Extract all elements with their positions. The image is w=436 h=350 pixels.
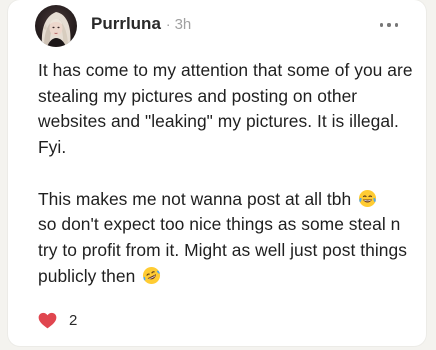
more-horizontal-icon	[380, 23, 384, 27]
avatar[interactable]	[35, 5, 77, 47]
more-options-button[interactable]	[380, 22, 398, 28]
post-text-segment: so don't expect too nice things as some …	[38, 214, 407, 286]
tears-of-joy-emoji-icon	[359, 189, 377, 207]
avatar-image	[35, 5, 77, 47]
like-count: 2	[69, 312, 78, 329]
heart-icon[interactable]	[38, 312, 57, 329]
post-paragraph: It has come to my attention that some of…	[38, 60, 413, 158]
separator-dot: ·	[165, 16, 171, 32]
post-header: Purrluna · 3h	[91, 14, 191, 34]
reactions-bar: 2	[38, 312, 77, 329]
post-text-segment: This makes me not wanna post at all tbh	[38, 188, 352, 209]
post-body: It has come to my attention that some of…	[38, 58, 422, 289]
post-timestamp[interactable]: 3h	[175, 16, 192, 33]
post-paragraph: This makes me not wanna post at all tbh …	[38, 187, 422, 290]
author-name[interactable]: Purrluna	[91, 14, 161, 34]
rofl-emoji-icon	[143, 266, 161, 284]
post-card: Purrluna · 3h It has come to my attentio…	[8, 0, 426, 346]
